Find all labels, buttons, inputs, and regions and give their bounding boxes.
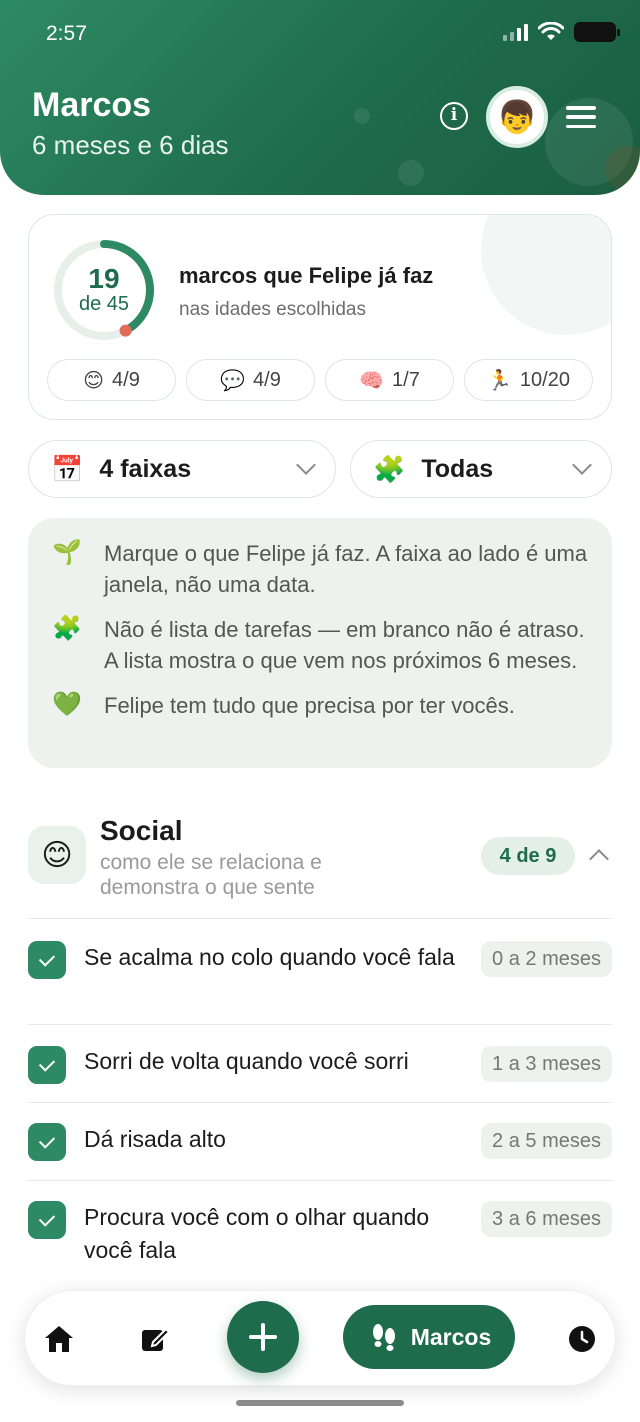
tip-item: 🧩 Não é lista de tarefas — em branco não… (52, 614, 588, 676)
progress-ring-label: 19 de 45 (51, 237, 157, 343)
section-title: Social (100, 815, 183, 846)
puzzle-icon: 🧩 (373, 453, 406, 484)
checkbox-checked[interactable] (28, 1046, 66, 1084)
category-chip-cognitive[interactable]: 🧠 1/7 (325, 359, 454, 401)
chevron-down-icon (296, 455, 316, 475)
running-icon: 🏃 (487, 369, 512, 392)
brain-icon: 🧠 (359, 369, 385, 392)
plus-icon-vertical (261, 1323, 265, 1351)
home-indicator[interactable] (236, 1400, 404, 1406)
edit-icon[interactable] (137, 1321, 173, 1357)
decorative-circle (481, 215, 611, 335)
category-count: 1/7 (392, 368, 420, 391)
category-count: 10/20 (519, 368, 570, 391)
age-window-tag: 0 a 2 meses (481, 941, 612, 977)
footsteps-icon (372, 1324, 395, 1351)
milestone-row[interactable]: Dá risada alto 2 a 5 meses (28, 1102, 612, 1180)
milestone-text: Procura você com o olhar quando você fal… (84, 1204, 430, 1263)
app-header: 2:57 Marcos 6 meses e 6 dias i 👦 (0, 0, 640, 195)
decorative-bubble (605, 146, 640, 192)
tip-text: Marque o que Felipe já faz. A faixa ao l… (104, 541, 588, 597)
age-window-tag: 3 a 6 meses (481, 1201, 612, 1237)
category-count: 4/9 (253, 368, 281, 391)
category-dropdown[interactable]: 🧩 Todas (350, 440, 612, 498)
milestone-row[interactable]: Se acalma no colo quando você fala 0 a 2… (28, 918, 612, 1024)
category-chip-social[interactable]: 😊 4/9 (47, 359, 176, 401)
category-label: Todas (421, 454, 494, 483)
milestones-done-count: 19 (88, 263, 120, 294)
nav-marcos-label: Marcos (410, 1323, 492, 1350)
child-age: 6 meses e 6 dias (32, 130, 229, 160)
age-window-tag: 1 a 3 meses (481, 1046, 612, 1082)
summary-title: marcos que Felipe já faz (179, 263, 434, 288)
section-progress-badge: 4 de 9 (481, 837, 575, 875)
category-count: 4/9 (112, 368, 140, 391)
tip-text: Não é lista de tarefas — em branco não é… (104, 617, 585, 673)
summary-subtitle: nas idades escolhidas (179, 299, 366, 320)
battery-icon (574, 22, 620, 42)
milestone-text: Dá risada alto (84, 1126, 226, 1152)
milestones-summary-card: 19 de 45 marcos que Felipe já faz nas id… (28, 214, 612, 420)
calendar-icon: 📅 (51, 453, 84, 484)
avatar-emoji: 👦 (497, 99, 537, 135)
category-chip-language[interactable]: 💬 4/9 (186, 359, 315, 401)
smile-icon: 😊 (83, 369, 105, 392)
info-icon[interactable]: i (440, 102, 468, 130)
age-window-tag: 2 a 5 meses (481, 1123, 612, 1159)
green-heart-icon: 💚 (52, 691, 82, 718)
status-icons (503, 22, 620, 42)
cellular-signal-icon (503, 23, 528, 41)
section-subtitle: como ele se relaciona e demonstra o que … (100, 851, 322, 899)
child-name: Marcos (32, 86, 152, 124)
chevron-down-icon (572, 455, 592, 475)
checkbox-checked[interactable] (28, 1123, 66, 1161)
milestone-text: Se acalma no colo quando você fala (84, 944, 455, 970)
wifi-icon (538, 22, 564, 40)
category-chip-motor[interactable]: 🏃 10/20 (464, 359, 593, 401)
hamburger-menu-icon[interactable] (566, 106, 596, 128)
history-icon[interactable] (568, 1325, 596, 1353)
milestone-row[interactable]: Sorri de volta quando você sorri 1 a 3 m… (28, 1024, 612, 1102)
home-icon[interactable] (41, 1321, 77, 1357)
smile-icon: 😊 (28, 826, 86, 884)
checkbox-checked[interactable] (28, 941, 66, 979)
category-chips: 😊 4/9 💬 4/9 🧠 1/7 🏃 10/20 (47, 359, 593, 401)
nav-marcos-button[interactable]: Marcos (343, 1305, 515, 1369)
tips-box: 🌱 Marque o que Felipe já faz. A faixa ao… (28, 518, 612, 768)
status-time: 2:57 (46, 22, 87, 45)
decorative-bubble (354, 108, 370, 124)
speech-bubble-icon: 💬 (220, 369, 246, 392)
age-range-dropdown[interactable]: 📅 4 faixas (28, 440, 336, 498)
seedling-icon: 🌱 (52, 539, 82, 566)
chevron-up-icon[interactable] (589, 849, 609, 869)
milestones-total: de 45 (78, 293, 130, 315)
puzzle-icon: 🧩 (52, 615, 82, 642)
add-button[interactable] (227, 1301, 299, 1373)
milestone-row[interactable]: Procura você com o olhar quando você fal… (28, 1180, 612, 1290)
tip-item: 💚 Felipe tem tudo que precisa por ter vo… (52, 690, 588, 721)
avatar[interactable]: 👦 (486, 86, 548, 148)
decorative-bubble (398, 160, 424, 186)
age-range-label: 4 faixas (99, 454, 192, 483)
checkbox-checked[interactable] (28, 1201, 66, 1239)
tip-item: 🌱 Marque o que Felipe já faz. A faixa ao… (52, 538, 588, 600)
bottom-nav: Marcos (24, 1290, 616, 1386)
milestone-text: Sorri de volta quando você sorri (84, 1048, 409, 1074)
tip-text: Felipe tem tudo que precisa por ter você… (104, 693, 515, 718)
